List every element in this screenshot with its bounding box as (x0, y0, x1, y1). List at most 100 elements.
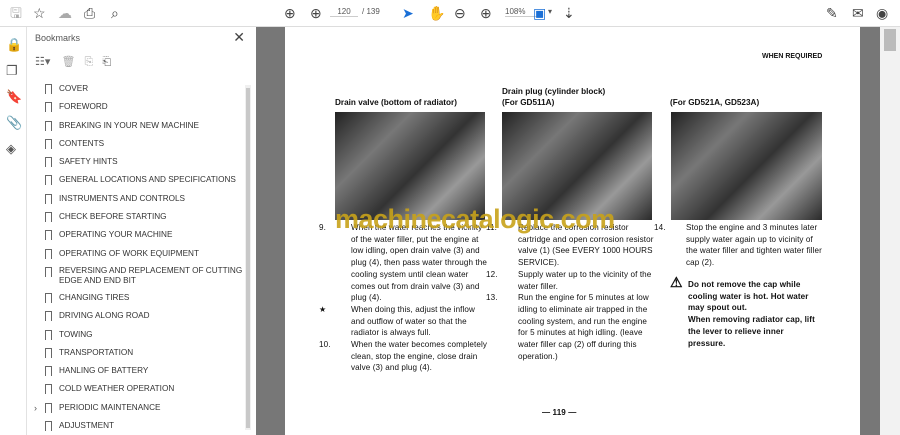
step-number: 10. (319, 340, 331, 350)
expand-chevron-icon[interactable]: › (34, 399, 37, 417)
bookmark-item[interactable]: CONTENTS (27, 135, 245, 153)
step-text: When the water becomes completely clean,… (351, 340, 488, 373)
bookmark-icon (45, 175, 52, 186)
delete-icon[interactable]: 🗑 (61, 56, 75, 68)
bookmark-icon (45, 311, 52, 322)
bookmark-icon (45, 402, 52, 413)
bookmark-label: DRIVING ALONG ROAD (59, 311, 150, 321)
bookmark-item[interactable]: TOWING (27, 326, 245, 344)
bookmark-item[interactable]: COVER (27, 80, 245, 98)
bookmark-label: TRANSPORTATION (59, 347, 134, 357)
bookmark-label: REVERSING AND REPLACEMENT OF CUTTING EDG… (59, 265, 243, 285)
step-text: Run the engine for 5 minutes at low idli… (518, 293, 649, 361)
bookmark-label: FOREWORD (59, 102, 108, 112)
bookmark-item[interactable]: TRANSPORTATION (27, 344, 245, 362)
step-text: Stop the engine and 3 minutes later supp… (686, 223, 822, 268)
warning-text-2: When removing radiator cap, lift the lev… (688, 315, 815, 348)
step: 12. Supply water up to the vicinity of th… (486, 269, 654, 292)
cloud-upload-icon[interactable]: ☁ (58, 4, 72, 22)
bookmark-item[interactable]: CHANGING TIRES (27, 289, 245, 307)
page-number-input[interactable]: 120 (330, 7, 358, 17)
step-text: When doing this, adjust the inflow and o… (351, 304, 475, 338)
warning-icon: ⚠ (670, 274, 683, 290)
attachment-icon[interactable]: 📎 (6, 115, 22, 131)
bookmark-label: COVER (59, 84, 89, 93)
new-bookmark-icon[interactable]: ⎘ (84, 56, 93, 68)
col2-text: 11. Replace the corrosion resistor cartri… (486, 222, 654, 362)
col3-text: 14. Stop the engine and 3 minutes later s… (654, 222, 822, 269)
bookmark-item[interactable]: OPERATING YOUR MACHINE (27, 226, 245, 244)
star-icon[interactable]: ☆ (33, 4, 46, 22)
bookmark-icon (45, 329, 52, 340)
warning: ⚠ Do not remove the cap while cooling wat… (670, 274, 822, 349)
close-icon[interactable]: ✕ (233, 29, 245, 46)
bookmark-label: SAFETY HINTS (59, 157, 118, 167)
bookmark-icon (45, 157, 52, 168)
search-icon[interactable]: ⌕ (111, 4, 119, 22)
step: 14. Stop the engine and 3 minutes later s… (654, 222, 822, 269)
bookmark-list: COVER FOREWORD BREAKING IN YOUR NEW MACHIN… (27, 80, 245, 435)
bookmark-item[interactable]: INSTRUMENTS AND CONTROLS (27, 190, 245, 208)
bookmark-item[interactable]: OPERATING OF WORK EQUIPMENT (27, 245, 245, 263)
email-icon[interactable]: ✉ (852, 4, 864, 22)
gd521a-photo (671, 112, 822, 220)
select-cursor-icon[interactable]: ➤ (402, 4, 414, 22)
scrollbar-thumb[interactable] (246, 88, 250, 428)
page-up-icon[interactable]: ⊕ (284, 4, 296, 22)
bookmark-item[interactable]: SAFETY HINTS (27, 153, 245, 171)
bookmark-label: CHANGING TIRES (59, 292, 130, 302)
bookmark-label: GENERAL LOCATIONS AND SPECIFICATIONS (59, 175, 236, 185)
bookmark-icon (45, 384, 52, 395)
bookmark-item[interactable]: GENERAL LOCATIONS AND SPECIFICATIONS (27, 171, 245, 189)
bookmark-item[interactable]: COLD WEATHER OPERATION (27, 380, 245, 398)
bookmark-item[interactable]: REVERSING AND REPLACEMENT OF CUTTING EDG… (27, 263, 245, 289)
bookmark-icon (45, 421, 52, 432)
pages-icon[interactable]: ❐ (6, 63, 18, 79)
watermark: machinecatalogic.com (335, 204, 615, 234)
bookmark-icon[interactable]: 🔖 (6, 89, 22, 105)
col2-title: Drain plug (cylinder block) (For GD511A) (502, 87, 606, 107)
step: 10. When the water becomes completely cle… (319, 339, 488, 374)
scroll-mode-icon[interactable]: ⇣ (563, 4, 575, 22)
step-number: 14. (654, 223, 666, 232)
page-down-icon[interactable]: ⊕ (310, 4, 322, 22)
left-tool-strip: 🔒 ❐ 🔖 📎 ◈ (0, 27, 26, 435)
bookmark-item[interactable]: HANLING OF BATTERY (27, 362, 245, 380)
bookmark-search-icon[interactable]: ⎗ (102, 56, 111, 68)
save-icon[interactable]: 🖫 (10, 4, 22, 22)
bookmark-item[interactable]: DRIVING ALONG ROAD (27, 307, 245, 325)
options-icon[interactable]: ☷▾ (35, 56, 50, 68)
step-number: ★ (319, 304, 327, 314)
bookmark-icon (45, 138, 52, 149)
bookmark-icon (45, 230, 52, 241)
chevron-down-icon[interactable]: ▾ (548, 7, 552, 16)
lock-icon[interactable]: 🔒 (6, 37, 22, 53)
step: ★ When doing this, adjust the inflow and … (319, 304, 487, 339)
share-link-icon[interactable]: ✎ (826, 4, 838, 22)
zoom-in-icon[interactable]: ⊕ (480, 4, 492, 22)
step-number: 13. (486, 293, 498, 303)
fit-page-icon[interactable]: ▣ (533, 4, 546, 22)
bookmark-item[interactable]: FOREWORD (27, 98, 245, 116)
bookmark-icon (45, 212, 52, 223)
document-scrollbar[interactable] (880, 27, 900, 435)
step: 13. Run the engine for 5 minutes at low i… (486, 292, 654, 362)
bookmark-label: PERIODIC MAINTENANCE (59, 402, 161, 412)
bookmark-item[interactable]: CHECK BEFORE STARTING (27, 208, 245, 226)
bookmark-tools: ☷▾ 🗑 ⎘ ⎗ (35, 55, 111, 69)
zoom-out-icon[interactable]: ⊖ (454, 4, 466, 22)
layers-icon[interactable]: ◈ (6, 141, 16, 157)
bookmark-label: OPERATING YOUR MACHINE (59, 230, 173, 240)
bookmark-item[interactable]: › PERIODIC MAINTENANCE (27, 399, 245, 417)
hand-tool-icon[interactable]: ✋ (428, 4, 445, 22)
bookmark-icon (45, 366, 52, 377)
print-icon[interactable]: ⎙ (84, 4, 95, 22)
bookmark-item[interactable]: BREAKING IN YOUR NEW MACHINE (27, 117, 245, 135)
bookmark-icon (45, 84, 52, 94)
bookmark-icon (45, 347, 52, 358)
step-text: Supply water up to the vicinity of the w… (518, 269, 652, 291)
col3-title: (For GD521A, GD523A) (670, 98, 760, 107)
account-icon[interactable]: ◉ (876, 4, 888, 22)
bookmark-item[interactable]: ADJUSTMENT (27, 417, 245, 435)
section-header: WHEN REQUIRED (762, 53, 823, 60)
